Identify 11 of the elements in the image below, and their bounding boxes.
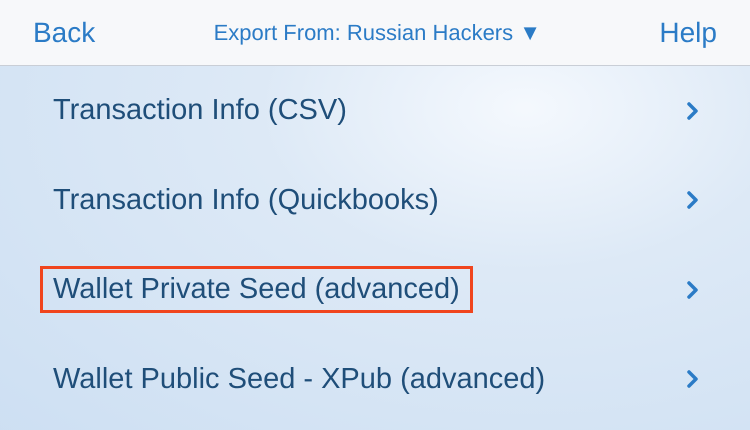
export-option[interactable]: Wallet Private Seed (advanced) bbox=[40, 266, 473, 314]
chevron-right-icon bbox=[686, 190, 700, 210]
chevron-right-icon bbox=[686, 100, 700, 121]
help-button[interactable]: Help bbox=[659, 16, 717, 48]
back-button[interactable]: Back bbox=[33, 16, 96, 48]
export-option[interactable]: Transaction Info (CSV) bbox=[40, 87, 360, 134]
chevron-right-icon bbox=[686, 280, 700, 300]
export-option[interactable]: Transaction Info (Quickbooks) bbox=[40, 176, 452, 224]
export-option[interactable]: Wallet Public Seed - XPub (advanced) bbox=[40, 356, 558, 403]
export-source-dropdown[interactable]: Export From: Russian Hackers ▼ bbox=[214, 20, 542, 46]
chevron-right-icon bbox=[686, 369, 700, 390]
